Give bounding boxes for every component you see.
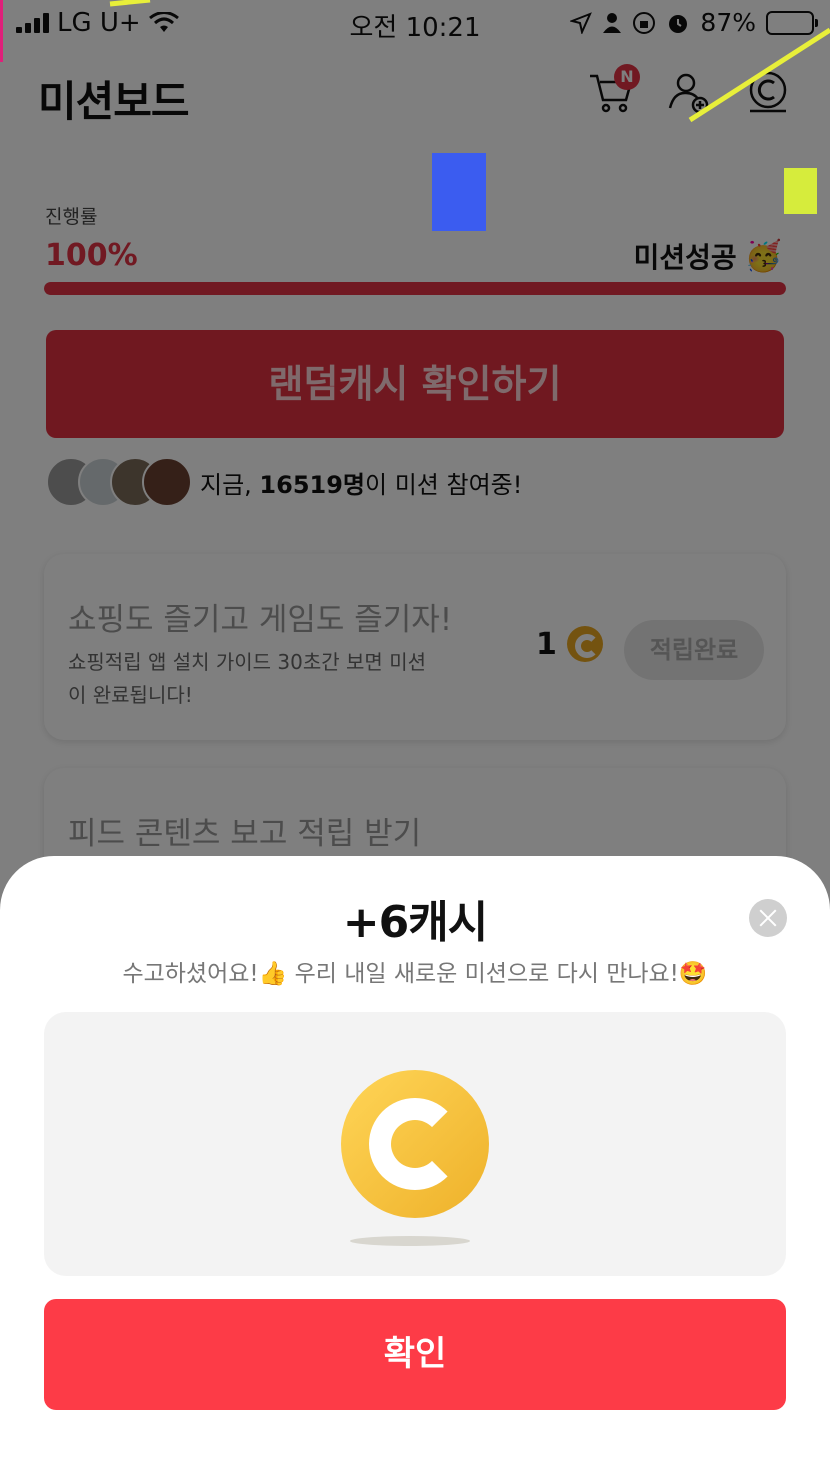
confirm-button[interactable]: 확인 [44, 1299, 786, 1410]
annotation-stroke [109, 0, 830, 123]
coin-icon [341, 1070, 489, 1218]
annotation-mark [432, 153, 486, 231]
close-icon[interactable] [749, 899, 787, 937]
coin-c-mark [369, 1098, 461, 1190]
annotation-mark [784, 168, 817, 214]
modal-title: +6캐시 [342, 897, 488, 948]
coin-shadow [350, 1236, 470, 1246]
modal-subtitle: 수고하셨어요!👍 우리 내일 새로운 미션으로 다시 만나요!🤩 [122, 961, 708, 987]
coin-illustration [44, 1012, 786, 1276]
reward-modal: +6캐시 수고하셨어요!👍 우리 내일 새로운 미션으로 다시 만나요!🤩 확인 [0, 856, 830, 1476]
